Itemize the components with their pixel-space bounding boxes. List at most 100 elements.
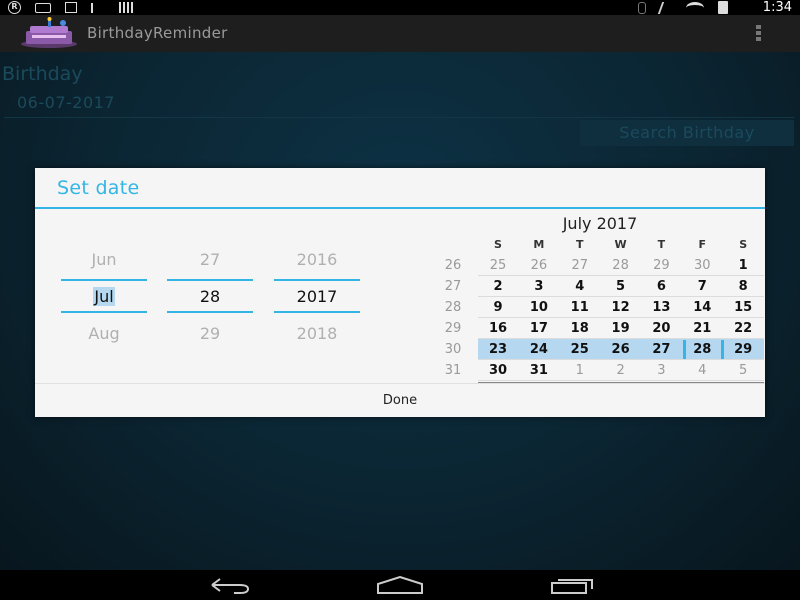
- calendar-day[interactable]: 28: [601, 255, 641, 276]
- calendar-week-row: 31 30 31 1 2 3 4 5: [445, 360, 764, 381]
- calendar-day[interactable]: 23: [478, 339, 518, 360]
- search-birthday-button[interactable]: Search Birthday: [580, 120, 794, 146]
- calendar-day[interactable]: 8: [723, 276, 763, 297]
- mute-icon: [657, 1, 675, 14]
- calendar-day[interactable]: 6: [641, 276, 681, 297]
- calendar-day[interactable]: 19: [601, 318, 641, 339]
- bluetooth-icon: [638, 1, 646, 14]
- calendar-day[interactable]: 4: [560, 276, 600, 297]
- calendar-day-name: T: [657, 238, 666, 251]
- status-bar: R 1:34: [0, 0, 800, 15]
- calendar-day[interactable]: 21: [682, 318, 722, 339]
- spinner-divider: [167, 279, 253, 281]
- registered-icon: R: [8, 1, 21, 14]
- calendar-week-row: 27 2 3 4 5 6 7 8: [445, 276, 764, 297]
- calendar-day[interactable]: 5: [601, 276, 641, 297]
- week-number: 30: [444, 342, 462, 357]
- calendar-day[interactable]: 26: [519, 255, 559, 276]
- back-icon[interactable]: [206, 576, 252, 594]
- week-number: 28: [444, 300, 462, 315]
- recent-apps-icon[interactable]: [550, 576, 596, 594]
- home-icon[interactable]: [376, 576, 424, 594]
- calendar-day[interactable]: 10: [519, 297, 559, 318]
- month-prev[interactable]: Jun: [61, 250, 147, 269]
- message-icon: [35, 2, 51, 13]
- calendar-day[interactable]: 30: [478, 360, 518, 381]
- calendar-day[interactable]: 27: [560, 255, 600, 276]
- spinner-divider: [167, 311, 253, 313]
- calendar-day[interactable]: 25: [560, 339, 600, 360]
- birthday-label: Birthday: [2, 63, 83, 85]
- month-current[interactable]: Jul: [61, 287, 147, 306]
- spinner-divider: [61, 279, 147, 281]
- calendar-day[interactable]: 2: [601, 360, 641, 381]
- calendar-day-name: S: [494, 238, 502, 251]
- wifi-icon: [686, 1, 704, 14]
- selected-day-marker: [683, 340, 687, 359]
- week-number: 27: [444, 279, 462, 294]
- month-spinner[interactable]: Jun Jul Aug: [61, 218, 147, 368]
- overflow-menu-icon[interactable]: [756, 25, 762, 41]
- calendar-day[interactable]: 20: [641, 318, 681, 339]
- calendar-month-title: July 2017: [562, 214, 638, 233]
- calendar-week-row: 29 16 17 18 19 20 21 22: [445, 318, 764, 339]
- calendar-day[interactable]: 30: [682, 255, 722, 276]
- status-time: 1:34: [762, 0, 792, 15]
- calendar-day[interactable]: 14: [682, 297, 722, 318]
- calendar-day[interactable]: 16: [478, 318, 518, 339]
- calendar-week-row: 26 25 26 27 28 29 30 1: [445, 255, 764, 276]
- day-spinner[interactable]: 27 28 29: [167, 218, 253, 368]
- calendar-day[interactable]: 1: [560, 360, 600, 381]
- action-bar: BirthdayReminder: [0, 15, 800, 52]
- calendar-day[interactable]: 22: [723, 318, 763, 339]
- spinner-divider: [61, 311, 147, 313]
- calendar-day[interactable]: 28: [682, 339, 722, 360]
- spinner-divider: [274, 311, 360, 313]
- flag-icon: [91, 2, 105, 13]
- year-prev[interactable]: 2016: [274, 250, 360, 269]
- calendar-day[interactable]: 17: [519, 318, 559, 339]
- day-prev[interactable]: 27: [167, 250, 253, 269]
- calendar-day[interactable]: 1: [723, 255, 763, 276]
- month-next[interactable]: Aug: [61, 324, 147, 343]
- calendar-day[interactable]: 31: [519, 360, 559, 381]
- calendar-day[interactable]: 24: [519, 339, 559, 360]
- calendar-day[interactable]: 2: [478, 276, 518, 297]
- calendar-day[interactable]: 29: [723, 339, 763, 360]
- month-current-text[interactable]: Jul: [93, 287, 115, 306]
- calendar-day[interactable]: 5: [723, 360, 763, 381]
- calendar-day[interactable]: 4: [682, 360, 722, 381]
- year-spinner[interactable]: 2016 2017 2018: [274, 218, 360, 368]
- calendar-day-name: W: [614, 238, 627, 251]
- calendar-week-row: 28 9 10 11 12 13 14 15: [445, 297, 764, 318]
- calendar-day[interactable]: 18: [560, 318, 600, 339]
- calendar-day[interactable]: 11: [560, 297, 600, 318]
- year-next[interactable]: 2018: [274, 324, 360, 343]
- calendar-day[interactable]: 15: [723, 297, 763, 318]
- calendar-day[interactable]: 25: [478, 255, 518, 276]
- battery-icon: [718, 1, 728, 14]
- calendar-day[interactable]: 29: [641, 255, 681, 276]
- calendar-day[interactable]: 13: [641, 297, 681, 318]
- calendar-day-name: F: [698, 238, 707, 251]
- birthday-cake-icon: [21, 17, 77, 48]
- selected-day-marker: [721, 340, 725, 359]
- download-icon: [65, 2, 77, 13]
- day-current[interactable]: 28: [167, 287, 253, 306]
- birthday-date-value: 06-07-2017: [17, 93, 115, 112]
- year-current[interactable]: 2017: [274, 287, 360, 306]
- calendar-day[interactable]: 3: [519, 276, 559, 297]
- birthday-date-field[interactable]: 06-07-2017: [4, 90, 794, 118]
- calendar-week-row: 30 23 24 25 26 27 28 29: [445, 339, 764, 360]
- week-number: 31: [444, 363, 462, 378]
- day-next[interactable]: 29: [167, 324, 253, 343]
- calendar-day[interactable]: 12: [601, 297, 641, 318]
- calendar-day[interactable]: 26: [601, 339, 641, 360]
- calendar-day[interactable]: 27: [641, 339, 681, 360]
- week-number: 26: [444, 258, 462, 273]
- calendar-day[interactable]: 3: [641, 360, 681, 381]
- calendar-day[interactable]: 9: [478, 297, 518, 318]
- done-button[interactable]: Done: [35, 384, 765, 417]
- dialog-title: Set date: [57, 177, 140, 199]
- calendar-day[interactable]: 7: [682, 276, 722, 297]
